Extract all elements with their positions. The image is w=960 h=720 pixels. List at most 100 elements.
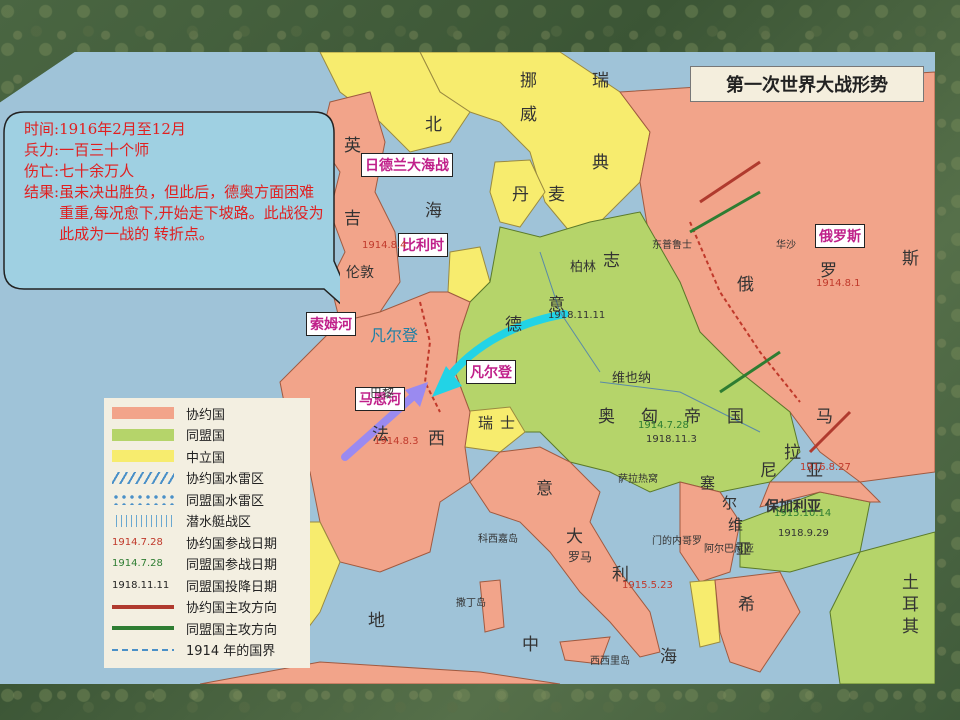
denmark-text-1: 丹 <box>512 185 529 205</box>
jutland-battle-label: 日德兰大海战 <box>361 153 453 177</box>
berlin-text: 柏林 <box>570 260 597 275</box>
legend-item-neutral: 中立国 <box>112 447 226 466</box>
east-prussia-text: 东普鲁士 <box>652 240 692 251</box>
callout-row-force: 兵力: 一百三十个师 <box>24 140 324 161</box>
legend-label: 同盟国参战日期 <box>186 558 278 573</box>
callout-row-result: 结果: 虽未决出胜负，但此后，德奥方面困难重重,每况愈下,开始走下坡路。此战役为… <box>24 182 324 245</box>
result-value: 虽未决出胜负，但此后，德奥方面困难重重,每况愈下,开始走下坡路。此战役为此成为一… <box>59 183 324 243</box>
romania-text-ma: 马 <box>816 407 833 427</box>
legend-item-central: 同盟国 <box>112 426 225 444</box>
legend-label: 协约国参战日期 <box>186 536 278 552</box>
med-text-di: 地 <box>368 611 385 631</box>
casualty-key: 伤亡: <box>24 162 60 180</box>
legend-swatch-central-mines <box>112 493 174 505</box>
legend-label: 协约国主攻方向 <box>186 601 278 616</box>
legend-item-sub-zone: 潜水艇战区 <box>112 512 251 530</box>
info-callout: 时间: 1916年2月至12月 兵力: 一百三十个师 伤亡: 七十余万人 结果:… <box>2 111 340 323</box>
germany-text-de: 德 <box>505 315 522 335</box>
legend-swatch-entente <box>112 407 174 419</box>
legend-item-surrender-date: 1918.11.11 同盟国投降日期 <box>112 576 278 595</box>
legend-item-entente: 协约国 <box>112 404 226 423</box>
map-title: 第一次世界大战形势 <box>690 66 924 102</box>
callout-row-casualty: 伤亡: 七十余万人 <box>24 161 324 182</box>
legend-swatch-entente-date: 1914.7.28 <box>112 536 163 548</box>
legend-swatch-border-1914 <box>112 643 174 656</box>
rome-text: 罗马 <box>568 550 593 564</box>
warsaw-text: 华沙 <box>776 240 796 251</box>
legend-item-border-1914: 1914 年的国界 <box>112 641 275 659</box>
sardinia-text: 撒丁岛 <box>456 598 486 609</box>
legend-label: 1914 年的国界 <box>186 644 276 659</box>
force-value: 一百三十个师 <box>59 141 150 159</box>
legend-item-central-date: 1914.7.28 同盟国参战日期 <box>112 555 277 573</box>
map-legend: 协约国同盟国中立国协约国水雷区 同盟国水雷区 潜水艇战区 1914.7.28 协约国参战… <box>104 398 310 668</box>
casualty-value: 七十余万人 <box>59 162 135 180</box>
legend-label: 同盟国 <box>186 429 226 444</box>
swiss-text-2: 士 <box>500 414 516 432</box>
legend-item-central-mines: 同盟国水雷区 <box>112 490 265 509</box>
legend-swatch-surrender-date: 1918.11.11 <box>112 579 170 591</box>
albania-text: 阿尔巴尼亚 <box>704 544 754 555</box>
date-label: 1916.8.27 <box>800 462 851 473</box>
corsica-text: 科西嘉岛 <box>478 534 518 545</box>
date-label: 1918.11.11 <box>548 310 606 321</box>
austria-text: 奥 <box>598 407 615 427</box>
norway-text-2: 威 <box>520 105 537 125</box>
legend-label: 同盟国水雷区 <box>186 493 265 509</box>
legend-swatch-sub-zone <box>112 514 174 527</box>
swiss-text-1: 瑞 <box>478 414 494 432</box>
legend-swatch-central-date: 1914.7.28 <box>112 558 163 569</box>
romania-text-la: 拉 <box>784 443 801 463</box>
date-label: 1915.10.14 <box>774 508 832 519</box>
date-label: 1914.8.4 <box>362 240 407 251</box>
legend-label: 同盟国投降日期 <box>186 579 278 595</box>
serbia-text-2: 尔 <box>722 494 738 512</box>
date-label: 1918.11.3 <box>646 434 697 445</box>
result-key: 结果: <box>24 183 60 201</box>
legend-label: 协约国 <box>186 407 226 423</box>
italy-text-yi: 意 <box>536 479 553 499</box>
callout-text-block: 时间: 1916年2月至12月 兵力: 一百三十个师 伤亡: 七十余万人 结果:… <box>24 119 324 245</box>
serbia-text-1: 塞 <box>700 474 716 492</box>
date-label: 1914.8.1 <box>816 278 861 289</box>
legend-label: 协约国水雷区 <box>186 472 265 487</box>
legend-swatch-central <box>112 428 174 441</box>
legend-item-entente-date: 1914.7.28 协约国参战日期 <box>112 533 278 552</box>
date-label: 1918.9.29 <box>778 528 829 539</box>
callout-row-time: 时间: 1916年2月至12月 <box>24 119 324 140</box>
time-value: 1916年2月至12月 <box>59 120 186 138</box>
russia-text-e: 俄 <box>737 275 754 295</box>
med-text-hai: 海 <box>660 647 677 667</box>
turkey-text-3: 其 <box>902 617 919 637</box>
sweden-text-1: 瑞 <box>592 71 609 91</box>
sweden-text-2: 典 <box>592 153 609 173</box>
england-text-1: 英 <box>344 136 361 156</box>
greece-text: 希 <box>738 595 755 615</box>
russia-label: 俄罗斯 <box>815 224 865 248</box>
date-label: 1915.5.23 <box>622 580 673 591</box>
date-label: 1914.7.28 <box>638 420 689 431</box>
vienna-text: 维也纳 <box>612 371 652 386</box>
legend-swatch-neutral <box>112 450 174 462</box>
sarajevo-text: 萨拉热窝 <box>618 474 658 485</box>
verdun-label: 凡尔登 <box>466 360 516 384</box>
north-sea-text-2: 海 <box>425 201 442 221</box>
denmark-text-2: 麦 <box>548 185 565 205</box>
london-text: 伦敦 <box>346 265 374 281</box>
montenegro-text: 门的内哥罗 <box>652 536 702 547</box>
legend-item-central-arrow: 同盟国主攻方向 <box>112 619 277 638</box>
legend-item-entente-arrow: 协约国主攻方向 <box>112 598 277 616</box>
legend-swatch-entente-mines <box>112 471 174 484</box>
med-text-zhong: 中 <box>522 635 539 655</box>
time-key: 时间: <box>24 120 60 138</box>
romania-text-ni: 尼 <box>760 461 777 481</box>
england-text-2: 吉 <box>344 209 361 229</box>
legend-label: 潜水艇战区 <box>186 515 252 530</box>
legend-swatch-central-arrow <box>112 626 174 630</box>
legend-label: 中立国 <box>186 450 226 466</box>
italy-text-da: 大 <box>566 527 583 547</box>
north-sea-text-1: 北 <box>425 115 442 135</box>
france-text-xi: 西 <box>428 429 445 449</box>
country-text: 国 <box>727 407 744 427</box>
verdun-overlay-label: 凡尔登 <box>370 326 419 345</box>
